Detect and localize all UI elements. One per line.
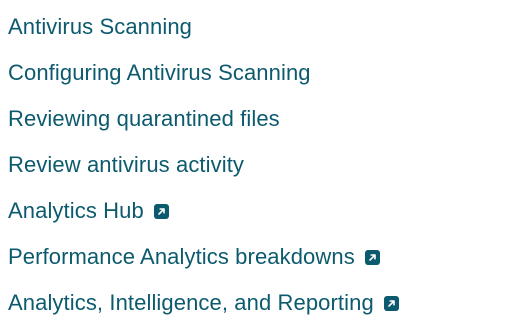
external-link-icon <box>383 295 399 311</box>
list-item: Antivirus Scanning <box>8 4 498 50</box>
list-item: Reviewing quarantined files <box>8 96 498 142</box>
list-item: Configuring Antivirus Scanning <box>8 50 498 96</box>
list-item: Performance Analytics breakdowns <box>8 234 498 280</box>
link-label: Reviewing quarantined files <box>8 106 280 131</box>
list-item: Analytics Hub <box>8 188 498 234</box>
external-link-icon <box>153 203 169 219</box>
link-label: Configuring Antivirus Scanning <box>8 60 311 85</box>
link-label: Review antivirus activity <box>8 152 245 177</box>
link-reviewing-quarantined-files[interactable]: Reviewing quarantined files <box>8 106 280 132</box>
link-label: Performance Analytics breakdowns <box>8 244 355 269</box>
link-label: Analytics, Intelligence, and Reporting <box>8 290 374 315</box>
link-antivirus-scanning[interactable]: Antivirus Scanning <box>8 14 192 40</box>
link-review-antivirus-activity[interactable]: Review antivirus activity <box>8 152 244 178</box>
external-link-icon <box>364 249 380 265</box>
link-performance-analytics-breakdowns[interactable]: Performance Analytics breakdowns <box>8 244 380 270</box>
link-analytics-hub[interactable]: Analytics Hub <box>8 198 169 224</box>
list-item: Review antivirus activity <box>8 142 498 188</box>
link-configuring-antivirus-scanning[interactable]: Configuring Antivirus Scanning <box>8 60 311 86</box>
list-item: Analytics, Intelligence, and Reporting <box>8 280 498 326</box>
link-label: Analytics Hub <box>8 198 144 223</box>
related-links-list: Antivirus Scanning Configuring Antivirus… <box>8 4 498 326</box>
link-analytics-intelligence-reporting[interactable]: Analytics, Intelligence, and Reporting <box>8 290 399 316</box>
link-label: Antivirus Scanning <box>8 14 193 39</box>
